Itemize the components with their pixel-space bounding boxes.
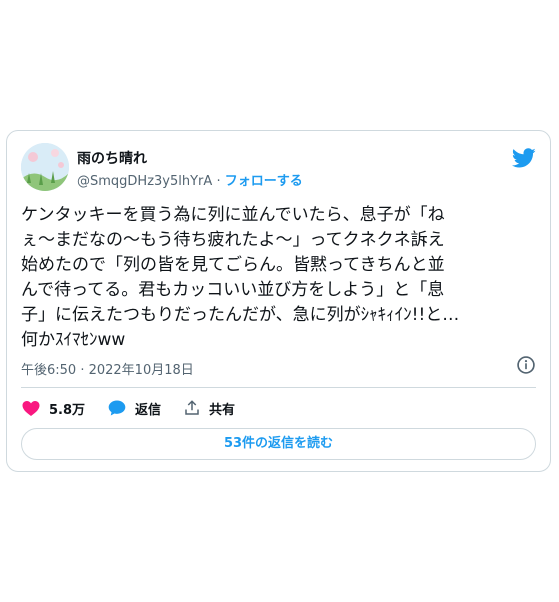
- divider: [21, 387, 536, 388]
- share-label: 共有: [209, 402, 236, 418]
- like-button[interactable]: 5.8万: [21, 398, 85, 418]
- twitter-bird-icon[interactable]: [512, 146, 536, 170]
- reply-button[interactable]: 返信: [107, 398, 161, 418]
- reply-label: 返信: [135, 402, 162, 418]
- like-count: 5.8万: [49, 402, 86, 418]
- share-button[interactable]: 共有: [183, 399, 235, 418]
- handle-row: @SmqgDHz3y5lhYrA · フォローする: [77, 170, 303, 189]
- timestamp[interactable]: 午後6:50 · 2022年10月18日: [21, 359, 194, 378]
- tweet-card: 雨のち晴れ @SmqgDHz3y5lhYrA · フォローする ケンタッキーを買…: [6, 130, 551, 472]
- info-icon[interactable]: [516, 355, 536, 375]
- display-name[interactable]: 雨のち晴れ: [77, 148, 147, 168]
- tweet-text: ケンタッキーを買う為に列に並んでいたら、息子が「ね ぇ〜まだなの〜もう待ち疲れた…: [21, 205, 460, 350]
- share-icon: [185, 400, 199, 415]
- separator-dot: ·: [216, 174, 221, 189]
- read-replies-button[interactable]: 53件の返信を読む: [21, 428, 536, 460]
- action-bar: 5.8万 返信 共有: [21, 397, 257, 419]
- heart-icon: [22, 401, 40, 416]
- follow-button[interactable]: フォローする: [225, 174, 303, 189]
- speech-bubble-icon: [108, 400, 126, 416]
- user-handle[interactable]: @SmqgDHz3y5lhYrA: [77, 174, 212, 189]
- avatar[interactable]: [21, 143, 69, 191]
